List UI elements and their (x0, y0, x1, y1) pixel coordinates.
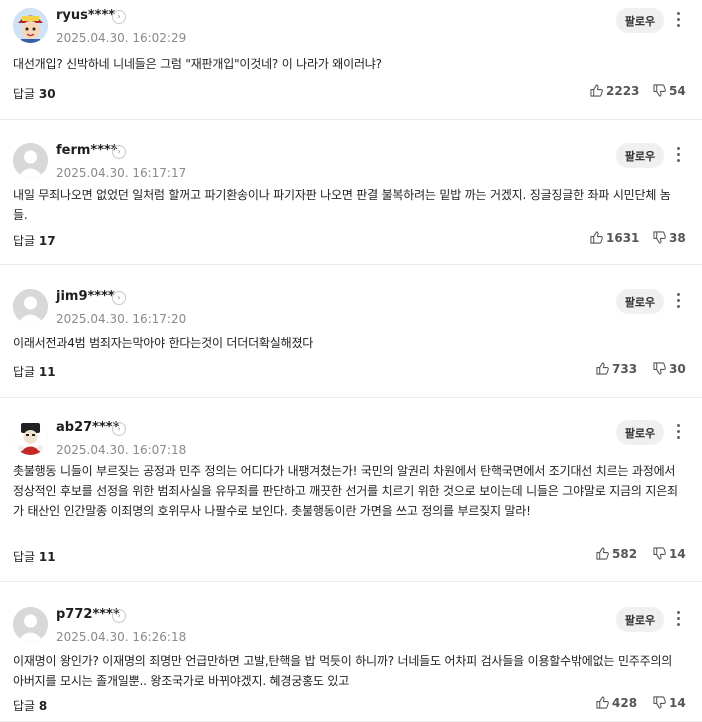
reply-button[interactable]: 답글 11 (13, 363, 56, 380)
reply-button[interactable]: 답글 17 (13, 232, 56, 249)
comment-item: p772**** › 2025.04.30. 16:26:18 팔로우이재명이 왕인가… (0, 601, 702, 722)
reply-button[interactable]: 답글 8 (13, 697, 47, 714)
like-button[interactable]: 428 (596, 696, 637, 710)
thumbs-up-icon (596, 547, 609, 560)
reply-button[interactable]: 답글 11 (13, 548, 56, 565)
thumbs-down-icon (653, 547, 666, 560)
chevron-right-icon[interactable]: › (112, 422, 126, 436)
reply-label: 답글 (13, 365, 36, 379)
dislike-count: 30 (669, 362, 686, 376)
username[interactable]: p772**** (56, 607, 120, 622)
like-button[interactable]: 733 (596, 362, 637, 376)
avatar[interactable] (13, 607, 48, 642)
like-count: 1631 (606, 231, 640, 245)
dislike-count: 14 (669, 547, 686, 561)
reply-label: 답글 (13, 699, 36, 713)
more-options-icon[interactable] (671, 421, 685, 443)
comment-date: 2025.04.30. 16:02:29 (56, 31, 187, 45)
username[interactable]: ferm**** (56, 143, 118, 158)
chevron-right-icon[interactable]: › (112, 291, 126, 305)
more-options-icon[interactable] (671, 608, 685, 630)
username[interactable]: jim9**** (56, 289, 115, 304)
comment-date: 2025.04.30. 16:17:20 (56, 312, 187, 326)
comment-body: 이재명이 왕인가? 이재명의 죄명만 언급만하면 고발,탄핵을 밥 먹듯이 하니… (13, 654, 673, 688)
comment-date: 2025.04.30. 16:07:18 (56, 443, 187, 457)
thumbs-up-icon (596, 696, 609, 709)
comment-body: 촛불행동 니들이 부르짖는 공정과 민주 정의는 어디다가 내팽겨쳤는가! 국민… (13, 464, 678, 518)
comment-item: ferm**** › 2025.04.30. 16:17:17 팔로우내일 무죄나오면… (0, 137, 702, 265)
thumbs-up-icon (590, 84, 603, 97)
dislike-button[interactable]: 14 (653, 696, 686, 710)
reply-button[interactable]: 답글 30 (13, 85, 56, 102)
reply-count: 8 (38, 699, 48, 713)
reply-label: 답글 (13, 234, 36, 248)
follow-button[interactable]: 팔로우 (616, 607, 664, 632)
follow-button[interactable]: 팔로우 (616, 289, 664, 314)
dislike-button[interactable]: 14 (653, 547, 686, 561)
like-button[interactable]: 2223 (590, 84, 639, 98)
reply-count: 11 (38, 365, 56, 379)
avatar[interactable] (13, 8, 48, 43)
comment-item: ryus**** › 2025.04.30. 16:02:29 팔로우대선개입? 신박… (0, 2, 702, 120)
thumbs-down-icon (653, 362, 666, 375)
chevron-right-icon[interactable]: › (112, 609, 126, 623)
dislike-count: 38 (669, 231, 686, 245)
thumbs-up-icon (596, 362, 609, 375)
comment-body: 대선개입? 신박하네 니네들은 그럼 "재판개입"이것네? 이 나라가 왜이러냐… (13, 57, 382, 71)
reply-label: 답글 (13, 550, 36, 564)
dislike-count: 14 (669, 696, 686, 710)
thumbs-down-icon (653, 84, 666, 97)
avatar[interactable] (13, 289, 48, 324)
comment-date: 2025.04.30. 16:26:18 (56, 630, 187, 644)
follow-button[interactable]: 팔로우 (616, 143, 664, 168)
follow-button[interactable]: 팔로우 (616, 420, 664, 445)
dislike-button[interactable]: 54 (653, 84, 686, 98)
comment-list: ryus**** › 2025.04.30. 16:02:29 팔로우 대선개입? 신박… (0, 0, 702, 722)
dislike-count: 54 (669, 84, 686, 98)
thumbs-down-icon (653, 696, 666, 709)
like-count: 582 (612, 547, 638, 561)
dislike-button[interactable]: 38 (653, 231, 686, 245)
like-count: 2223 (606, 84, 640, 98)
reply-count: 11 (38, 550, 56, 564)
reply-label: 답글 (13, 87, 36, 101)
dislike-button[interactable]: 30 (653, 362, 686, 376)
more-options-icon[interactable] (671, 290, 685, 312)
thumbs-down-icon (653, 231, 666, 244)
more-options-icon[interactable] (671, 144, 685, 166)
reply-count: 30 (38, 87, 56, 101)
username[interactable]: ab27**** (56, 420, 119, 435)
comment-body: 내일 무죄나오면 없었던 일처럼 할꺼고 파기환송이나 파기자판 나오면 판결 … (13, 188, 671, 222)
like-count: 428 (612, 696, 638, 710)
chevron-right-icon[interactable]: › (112, 145, 126, 159)
avatar[interactable] (13, 420, 48, 455)
follow-button[interactable]: 팔로우 (616, 8, 664, 33)
reply-count: 17 (38, 234, 56, 248)
like-button[interactable]: 1631 (590, 231, 639, 245)
chevron-right-icon[interactable]: › (112, 10, 126, 24)
avatar[interactable] (13, 143, 48, 178)
username[interactable]: ryus**** (56, 8, 115, 23)
comment-item: jim9**** › 2025.04.30. 16:17:20 팔로우이래서전과4범 … (0, 283, 702, 398)
comment-item: ab27**** › 2025.04.30. 16:07:18 팔로우촛불행동 니들이… (0, 414, 702, 582)
comment-body: 이래서전과4범 범죄자는막아야 한다는것이 더더더확실해졌다 (13, 336, 314, 350)
more-options-icon[interactable] (671, 9, 685, 31)
like-count: 733 (612, 362, 638, 376)
thumbs-up-icon (590, 231, 603, 244)
comment-date: 2025.04.30. 16:17:17 (56, 166, 187, 180)
like-button[interactable]: 582 (596, 547, 637, 561)
